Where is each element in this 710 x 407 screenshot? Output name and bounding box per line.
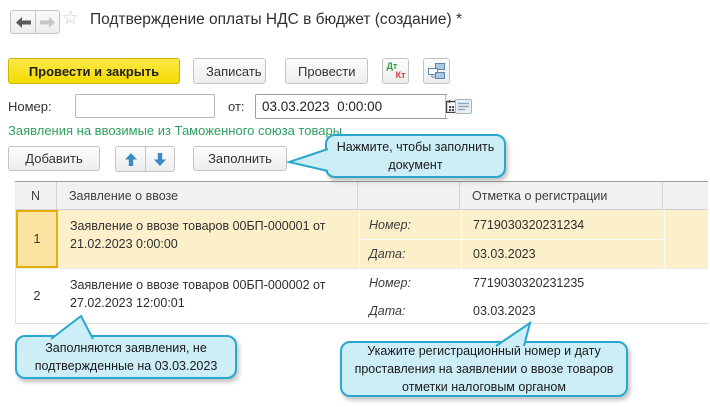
reg-date-label: Дата: — [369, 247, 406, 261]
arrow-down-icon — [154, 152, 166, 166]
column-header-spacer — [358, 182, 460, 209]
application-cell[interactable]: Заявление о ввозе товаров 00БП-000002 от… — [70, 276, 350, 312]
registration-note-callout: Укажите регистрационный номер и дату про… — [340, 341, 628, 397]
callout-tail — [50, 314, 94, 340]
fill-hint-callout: Нажмите, чтобы заполнить документ — [325, 134, 506, 178]
favorite-star-icon[interactable]: ☆ — [62, 9, 79, 28]
text-lines-icon — [455, 99, 472, 114]
back-button[interactable] — [11, 11, 35, 33]
callout-tail — [495, 320, 532, 347]
date-field — [255, 94, 459, 119]
move-buttons — [115, 146, 175, 172]
related-documents-icon — [428, 63, 445, 79]
table-row[interactable]: 2 Заявление о ввозе товаров 00БП-000002 … — [15, 268, 708, 324]
fill-hint-text: Нажмите, чтобы заполнить документ — [336, 139, 495, 172]
row-number-cell[interactable]: 1 — [16, 210, 58, 268]
reg-number-value[interactable]: 7719030320231235 — [473, 276, 658, 290]
related-documents-button[interactable] — [423, 58, 450, 84]
fill-note-callout: Заполняются заявления, не подтвержденные… — [15, 335, 237, 379]
forward-button[interactable] — [35, 11, 59, 33]
number-label: Номер: — [8, 99, 52, 114]
fill-note-text: Заполняются заявления, не подтвержденные… — [34, 340, 218, 373]
section-title: Заявления на ввозимые из Таможенного сою… — [8, 123, 343, 138]
post-and-close-button[interactable]: Провести и закрыть — [8, 58, 180, 84]
date-input[interactable] — [256, 95, 445, 118]
column-header-mark: Отметка о регистрации — [460, 182, 663, 209]
comment-button[interactable] — [455, 99, 472, 114]
application-cell[interactable]: Заявление о ввозе товаров 00БП-000001 от… — [70, 217, 350, 253]
reg-number-label: Номер: — [369, 276, 411, 290]
date-label: от: — [228, 99, 245, 114]
callout-tail — [286, 148, 329, 172]
move-down-button[interactable] — [145, 147, 174, 171]
arrow-up-icon — [124, 152, 137, 166]
add-button[interactable]: Добавить — [8, 146, 100, 171]
column-header-trailing — [663, 182, 708, 209]
applications-table: N Заявление о ввозе Отметка о регистраци… — [15, 181, 708, 324]
reg-number-label: Номер: — [369, 218, 411, 232]
move-up-button[interactable] — [116, 147, 145, 171]
column-header-num: N — [15, 182, 57, 209]
table-row[interactable]: 1 Заявление о ввозе товаров 00БП-000001 … — [15, 210, 708, 268]
arrow-right-icon — [40, 16, 55, 28]
document-window: ☆ Подтверждение оплаты НДС в бюджет (соз… — [0, 0, 710, 407]
column-header-application: Заявление о ввозе — [57, 182, 358, 209]
page-title: Подтверждение оплаты НДС в бюджет (созда… — [90, 11, 463, 28]
reg-date-label: Дата: — [369, 304, 406, 318]
post-button[interactable]: Провести — [285, 58, 368, 84]
dtkt-icon: Дт Кт — [386, 61, 406, 80]
dtkt-button[interactable]: Дт Кт — [382, 58, 409, 84]
reg-number-value[interactable]: 7719030320231234 — [473, 218, 658, 232]
save-button[interactable]: Записать — [193, 58, 266, 84]
registration-note-text: Укажите регистрационный номер и дату про… — [354, 343, 614, 395]
number-input[interactable] — [75, 94, 215, 118]
history-nav — [10, 10, 60, 34]
reg-date-value[interactable]: 03.03.2023 — [473, 247, 658, 261]
arrow-left-icon — [15, 16, 31, 28]
table-header-row: N Заявление о ввозе Отметка о регистраци… — [15, 181, 708, 210]
reg-date-value[interactable]: 03.03.2023 — [473, 304, 658, 318]
fill-button[interactable]: Заполнить — [193, 146, 287, 171]
